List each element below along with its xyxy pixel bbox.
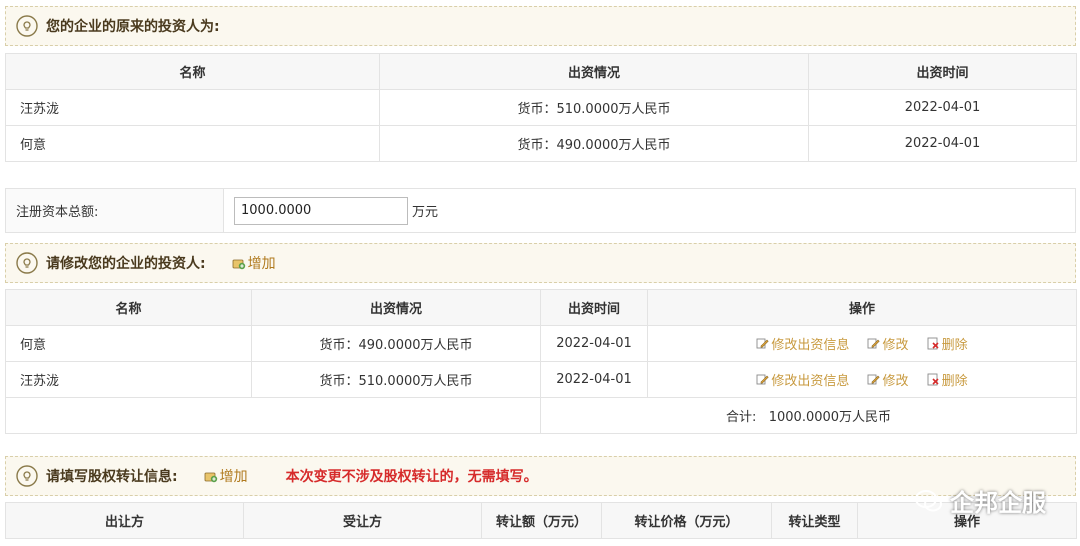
investor-date: 2022-04-01 bbox=[808, 89, 1077, 126]
edit-icon bbox=[756, 338, 769, 348]
table-row: 汪苏泷 货币：510.0000万人民币 2022-04-01 修改出资信息 修改… bbox=[5, 361, 1077, 398]
modify-investors-header: 请修改您的企业的投资人: 增加 bbox=[5, 243, 1076, 283]
delete-button[interactable]: 删除 bbox=[927, 370, 968, 389]
row-actions: 修改出资信息 修改 删除 bbox=[647, 361, 1077, 398]
edit-icon bbox=[868, 338, 881, 348]
add-transfer-button[interactable]: 增加 bbox=[204, 466, 248, 486]
col-date: 出资时间 bbox=[540, 289, 648, 326]
add-icon bbox=[204, 472, 217, 482]
lightbulb-icon bbox=[16, 465, 38, 487]
col-name: 名称 bbox=[5, 289, 252, 326]
section-title: 您的企业的原来的投资人为: bbox=[46, 19, 220, 35]
investor-name: 汪苏泷 bbox=[5, 361, 252, 398]
total-row: 合计: 1000.0000万人民币 bbox=[5, 397, 1077, 434]
edit-contribution-button[interactable]: 修改出资信息 bbox=[756, 370, 849, 389]
watermark: 企邦企服 bbox=[914, 483, 1046, 518]
col-transfer-price: 转让价格（万元） bbox=[601, 502, 772, 539]
total-label: 合计: bbox=[725, 410, 757, 425]
delete-icon bbox=[927, 337, 939, 349]
registered-capital-row: 注册资本总额: 万元 bbox=[5, 188, 1076, 233]
investor-name: 汪苏泷 bbox=[5, 89, 380, 126]
investor-date: 2022-04-01 bbox=[540, 325, 648, 362]
edit-button[interactable]: 修改 bbox=[867, 370, 909, 389]
col-contribution: 出资情况 bbox=[251, 289, 541, 326]
investor-date: 2022-04-01 bbox=[808, 125, 1077, 162]
investor-contribution: 货币：490.0000万人民币 bbox=[251, 325, 541, 362]
edit-button[interactable]: 修改 bbox=[867, 334, 909, 353]
table-row: 何意 货币：490.0000万人民币 2022-04-01 bbox=[5, 125, 1077, 162]
delete-icon bbox=[927, 373, 939, 385]
add-investor-button[interactable]: 增加 bbox=[232, 253, 276, 273]
registered-capital-label: 注册资本总额: bbox=[6, 189, 224, 232]
add-label: 增加 bbox=[247, 256, 276, 272]
wechat-icon bbox=[915, 489, 942, 511]
registered-capital-unit: 万元 bbox=[412, 205, 439, 220]
table-header-row: 名称 出资情况 出资时间 操作 bbox=[5, 289, 1077, 326]
lightbulb-icon bbox=[16, 252, 38, 274]
original-investors-table: 名称 出资情况 出资时间 汪苏泷 货币：510.0000万人民币 2022-04… bbox=[5, 53, 1077, 162]
total-value: 1000.0000万人民币 bbox=[768, 410, 892, 425]
total-cell: 合计: 1000.0000万人民币 bbox=[540, 397, 1077, 434]
col-transferee: 受让方 bbox=[243, 502, 482, 539]
modify-investors-table: 名称 出资情况 出资时间 操作 何意 货币：490.0000万人民币 2022-… bbox=[5, 289, 1077, 434]
section-title: 请修改您的企业的投资人: bbox=[46, 256, 206, 272]
col-date: 出资时间 bbox=[808, 53, 1077, 90]
row-actions: 修改出资信息 修改 删除 bbox=[647, 325, 1077, 362]
col-transferor: 出让方 bbox=[5, 502, 244, 539]
col-contribution: 出资情况 bbox=[379, 53, 809, 90]
table-row: 何意 货币：490.0000万人民币 2022-04-01 修改出资信息 修改 … bbox=[5, 325, 1077, 362]
edit-icon bbox=[756, 374, 769, 384]
table-row: 汪苏泷 货币：510.0000万人民币 2022-04-01 bbox=[5, 89, 1077, 126]
col-transfer-amount: 转让额（万元） bbox=[481, 502, 602, 539]
col-name: 名称 bbox=[5, 53, 380, 90]
transfer-notice: 本次变更不涉及股权转让的，无需填写。 bbox=[285, 469, 538, 485]
investor-date: 2022-04-01 bbox=[540, 361, 648, 398]
table-header-row: 名称 出资情况 出资时间 bbox=[5, 53, 1077, 90]
investor-contribution: 货币：510.0000万人民币 bbox=[379, 89, 809, 126]
registered-capital-input[interactable] bbox=[234, 196, 408, 225]
add-label: 增加 bbox=[219, 469, 248, 485]
original-investors-header: 您的企业的原来的投资人为: bbox=[5, 6, 1076, 46]
investor-contribution: 货币：490.0000万人民币 bbox=[379, 125, 809, 162]
col-actions: 操作 bbox=[647, 289, 1077, 326]
edit-icon bbox=[868, 374, 881, 384]
watermark-text: 企邦企服 bbox=[950, 489, 1046, 517]
investor-name: 何意 bbox=[5, 125, 380, 162]
section-title: 请填写股权转让信息: bbox=[46, 469, 178, 485]
delete-button[interactable]: 删除 bbox=[927, 334, 968, 353]
add-icon bbox=[232, 259, 245, 269]
investor-contribution: 货币：510.0000万人民币 bbox=[251, 361, 541, 398]
col-transfer-type: 转让类型 bbox=[771, 502, 858, 539]
edit-contribution-button[interactable]: 修改出资信息 bbox=[756, 334, 849, 353]
lightbulb-icon bbox=[16, 15, 38, 37]
investor-name: 何意 bbox=[5, 325, 252, 362]
